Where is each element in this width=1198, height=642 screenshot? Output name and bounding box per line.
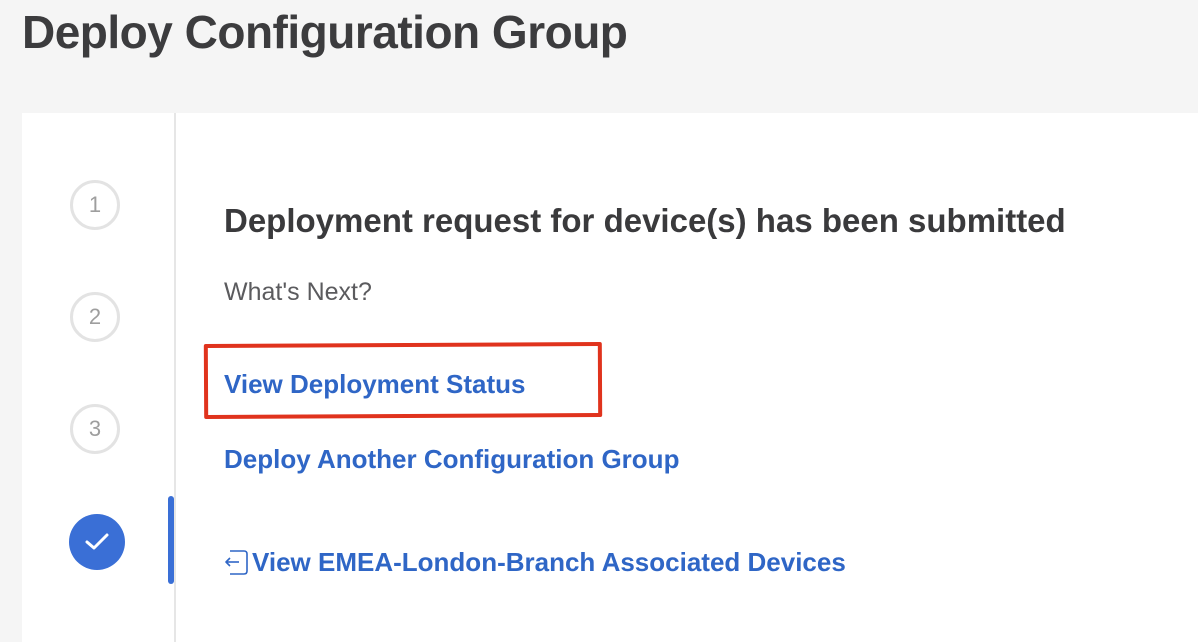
step-2-indicator[interactable]: 2	[70, 292, 120, 342]
wizard-stepper: 1 2 3	[22, 113, 176, 642]
whats-next-label: What's Next?	[224, 278, 372, 306]
page-title: Deploy Configuration Group	[22, 6, 628, 58]
confirmation-content: Deployment request for device(s) has bee…	[203, 113, 1198, 642]
confirmation-heading: Deployment request for device(s) has bee…	[224, 202, 1066, 239]
step-2-label: 2	[88, 304, 102, 329]
view-associated-devices-label: View EMEA-London-Branch Associated Devic…	[252, 547, 846, 577]
step-complete-indicator[interactable]	[69, 514, 125, 570]
deploy-another-configuration-group-link[interactable]: Deploy Another Configuration Group	[224, 442, 679, 476]
step-3-label: 3	[88, 416, 102, 441]
view-associated-devices-link[interactable]: View EMEA-London-Branch Associated Devic…	[224, 545, 846, 579]
step-3-indicator[interactable]: 3	[70, 404, 120, 454]
external-link-icon	[225, 550, 248, 575]
step-1-label: 1	[88, 192, 102, 217]
step-1-indicator[interactable]: 1	[70, 180, 120, 230]
wizard-panel: 1 2 3 Deployment request for device(s) h…	[22, 113, 1198, 642]
view-deployment-status-link[interactable]: View Deployment Status	[224, 367, 526, 401]
checkmark-icon	[85, 533, 109, 550]
active-step-bar	[168, 496, 174, 584]
